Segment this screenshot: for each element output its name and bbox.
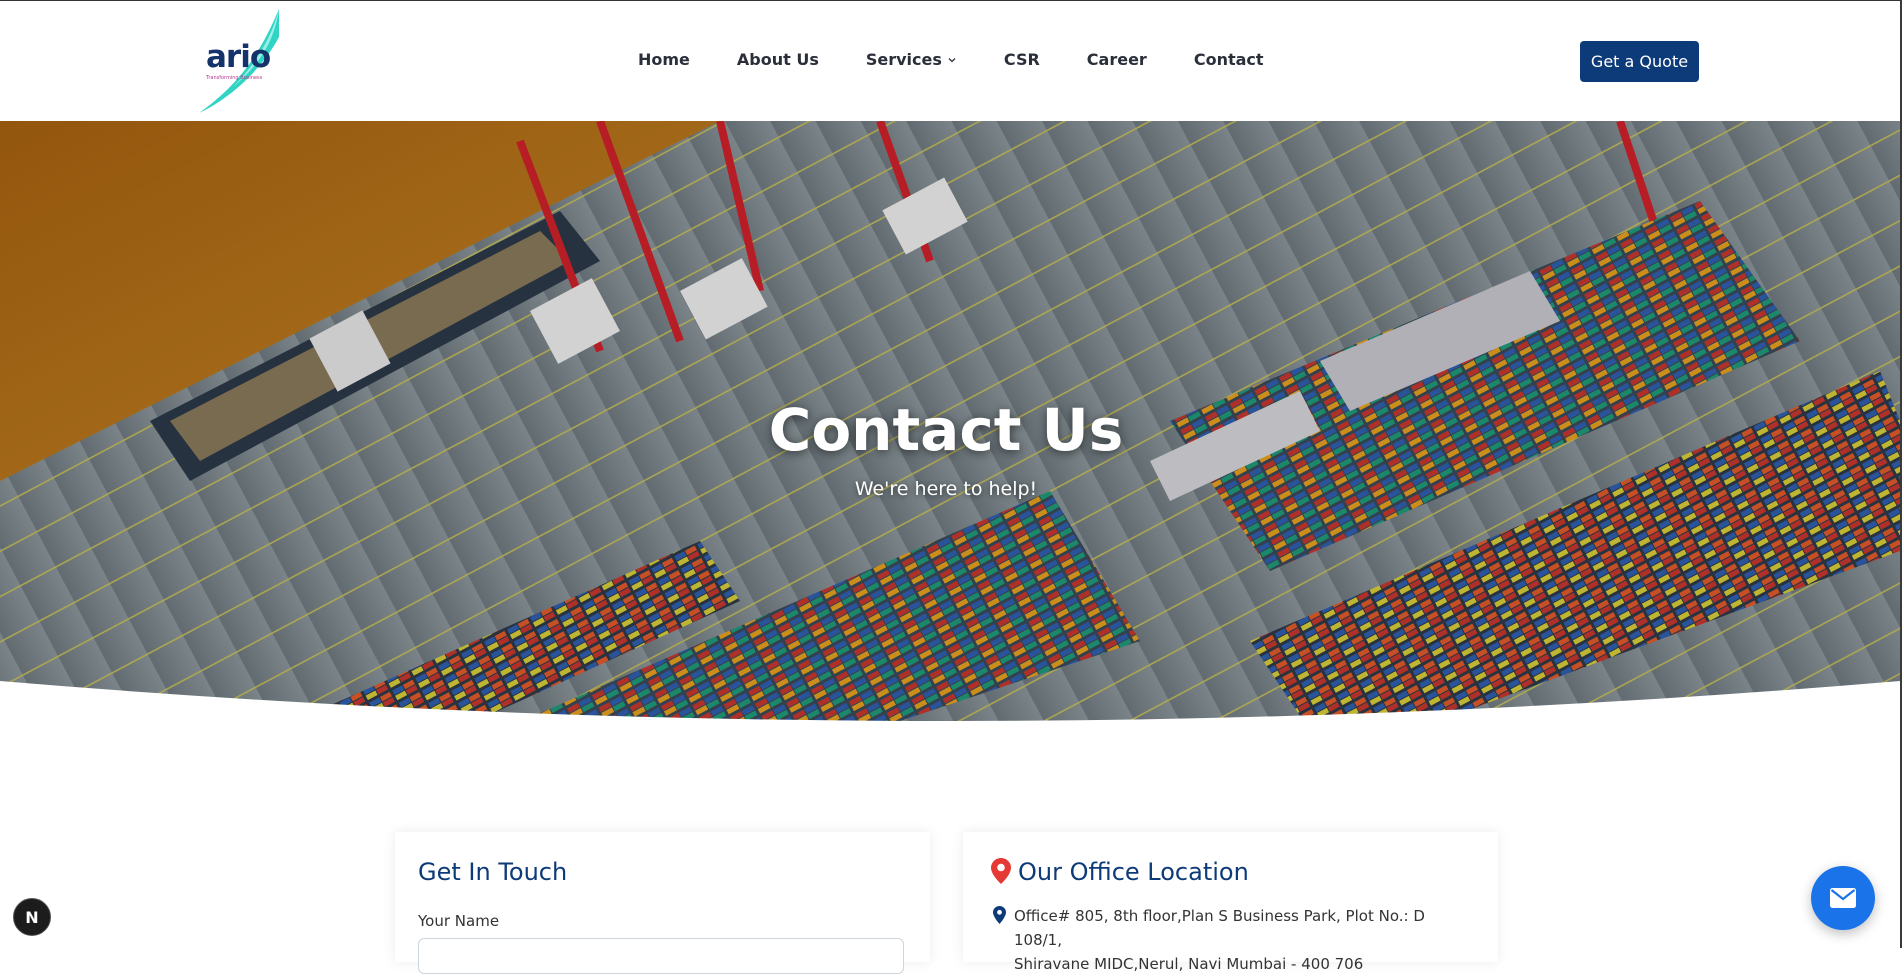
nav-home[interactable]: Home xyxy=(638,50,690,69)
office-location-title: Our Office Location xyxy=(1018,858,1249,886)
nav-career[interactable]: Career xyxy=(1087,50,1147,69)
nav-csr[interactable]: CSR xyxy=(1004,50,1040,69)
contact-form-card: Get In Touch Your Name xyxy=(395,832,930,974)
your-name-input[interactable] xyxy=(418,938,904,974)
your-name-label: Your Name xyxy=(418,912,500,930)
chevron-down-icon xyxy=(948,57,956,62)
mail-chat-button[interactable] xyxy=(1811,866,1875,930)
hero-subtitle: We're here to help! xyxy=(854,478,1038,500)
site-logo[interactable]: ario Transforming Business xyxy=(193,7,283,115)
nav-services-label: Services xyxy=(865,50,942,69)
contact-form-title: Get In Touch xyxy=(418,858,568,886)
mail-icon xyxy=(1830,888,1856,908)
hero-title: Contact Us xyxy=(768,396,1124,464)
site-header: ario Transforming Business Home About Us… xyxy=(0,1,1900,121)
framework-dev-badge[interactable]: N xyxy=(13,898,51,936)
nav-services[interactable]: Services xyxy=(866,50,957,69)
logo-text: ario xyxy=(206,39,271,75)
office-address: Office# 805, 8th floor,Plan S Business P… xyxy=(1014,904,1474,976)
nav-about-us[interactable]: About Us xyxy=(737,50,819,69)
office-address-line-2: Shiravane MIDC,Nerul, Navi Mumbai - 400 … xyxy=(1014,955,1364,973)
get-a-quote-button[interactable]: Get a Quote xyxy=(1580,41,1699,82)
map-marker-icon xyxy=(993,906,1006,924)
location-pin-icon xyxy=(991,858,1011,884)
office-address-line-1: Office# 805, 8th floor,Plan S Business P… xyxy=(1014,907,1425,949)
main-nav: Home About Us Services CSR Career Contac… xyxy=(638,50,1264,69)
hero-banner: Contact Us We're here to help! xyxy=(0,121,1900,751)
office-location-card: Our Office Location Office# 805, 8th flo… xyxy=(963,832,1498,973)
nav-contact[interactable]: Contact xyxy=(1194,50,1264,69)
logo-tagline: Transforming Business xyxy=(206,75,263,81)
